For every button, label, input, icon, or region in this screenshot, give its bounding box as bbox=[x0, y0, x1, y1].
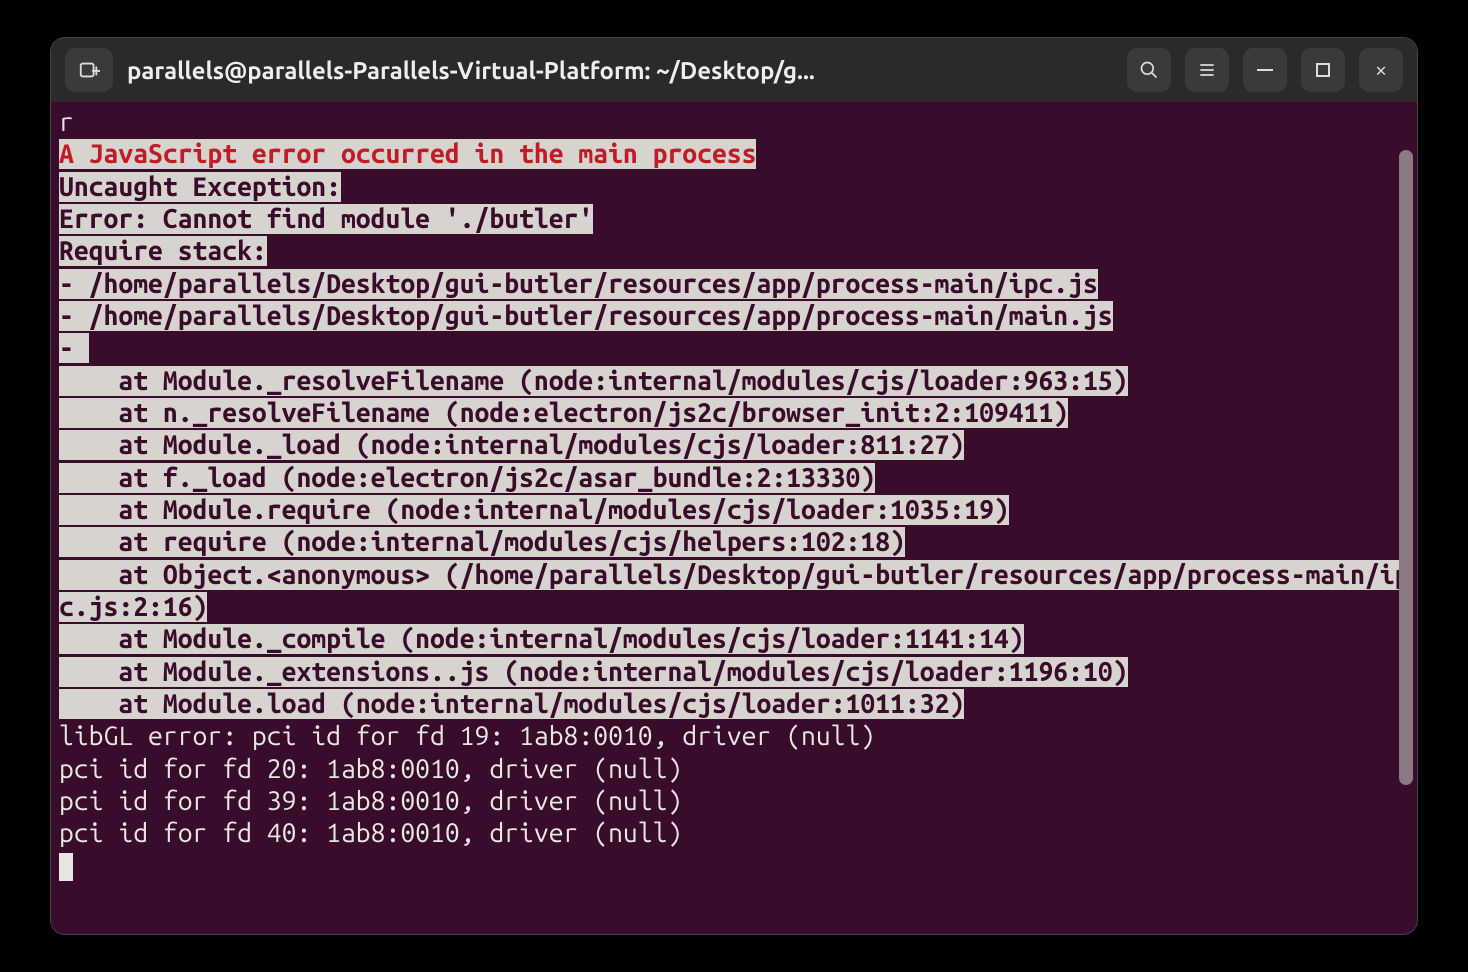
new-tab-button[interactable] bbox=[65, 48, 113, 92]
hamburger-menu-button[interactable] bbox=[1185, 48, 1229, 92]
scrollbar-thumb[interactable] bbox=[1399, 150, 1413, 785]
search-button[interactable] bbox=[1127, 48, 1171, 92]
terminal-cursor bbox=[59, 853, 73, 881]
hamburger-icon bbox=[1197, 60, 1217, 80]
new-tab-icon bbox=[78, 59, 100, 81]
terminal-window: parallels@parallels-Parallels-Virtual-Pl… bbox=[51, 38, 1417, 934]
terminal-area[interactable]: r A JavaScript error occurred in the mai… bbox=[51, 102, 1417, 934]
terminal-output[interactable]: r A JavaScript error occurred in the mai… bbox=[51, 102, 1417, 934]
search-icon bbox=[1139, 60, 1159, 80]
minimize-button[interactable] bbox=[1243, 48, 1287, 92]
window-title: parallels@parallels-Parallels-Virtual-Pl… bbox=[127, 57, 1113, 84]
close-button[interactable] bbox=[1359, 48, 1403, 92]
close-icon bbox=[1376, 60, 1387, 81]
maximize-icon bbox=[1316, 63, 1330, 77]
maximize-button[interactable] bbox=[1301, 48, 1345, 92]
window-controls bbox=[1127, 48, 1403, 92]
titlebar: parallels@parallels-Parallels-Virtual-Pl… bbox=[51, 38, 1417, 102]
minimize-icon bbox=[1257, 69, 1273, 71]
scrollbar[interactable] bbox=[1399, 150, 1413, 924]
